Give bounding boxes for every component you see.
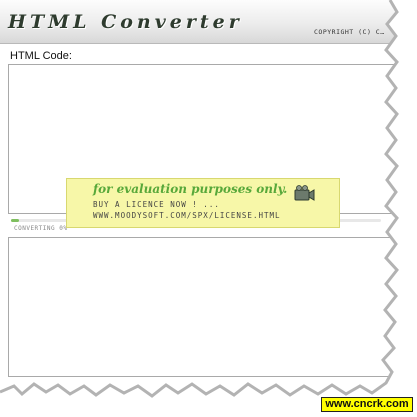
header-bar: HTML Converter COPYRIGHT (C) C… (0, 0, 410, 44)
html-code-label: HTML Code: (10, 50, 72, 62)
converted-output-area[interactable] (8, 237, 403, 377)
evaluation-banner[interactable]: for evaluation purposes only. BUY A LICE… (66, 178, 340, 228)
app-window: HTML Converter COPYRIGHT (C) C… HTML Cod… (0, 0, 417, 417)
progress-status-text: CONVERTING 0% (14, 225, 68, 232)
site-watermark: www.cncrk.com (321, 397, 413, 412)
license-url-link[interactable]: WWW.MOODYSOFT.COM/SPX/LICENSE.HTML (93, 211, 281, 220)
evaluation-notice: for evaluation purposes only. (93, 182, 288, 196)
progress-fill (11, 219, 19, 222)
app-title: HTML Converter (8, 11, 243, 33)
buy-licence-text: BUY A LICENCE NOW ! ... (93, 200, 220, 209)
copyright-text: COPYRIGHT (C) C… (314, 28, 385, 36)
camera-icon (294, 185, 315, 201)
